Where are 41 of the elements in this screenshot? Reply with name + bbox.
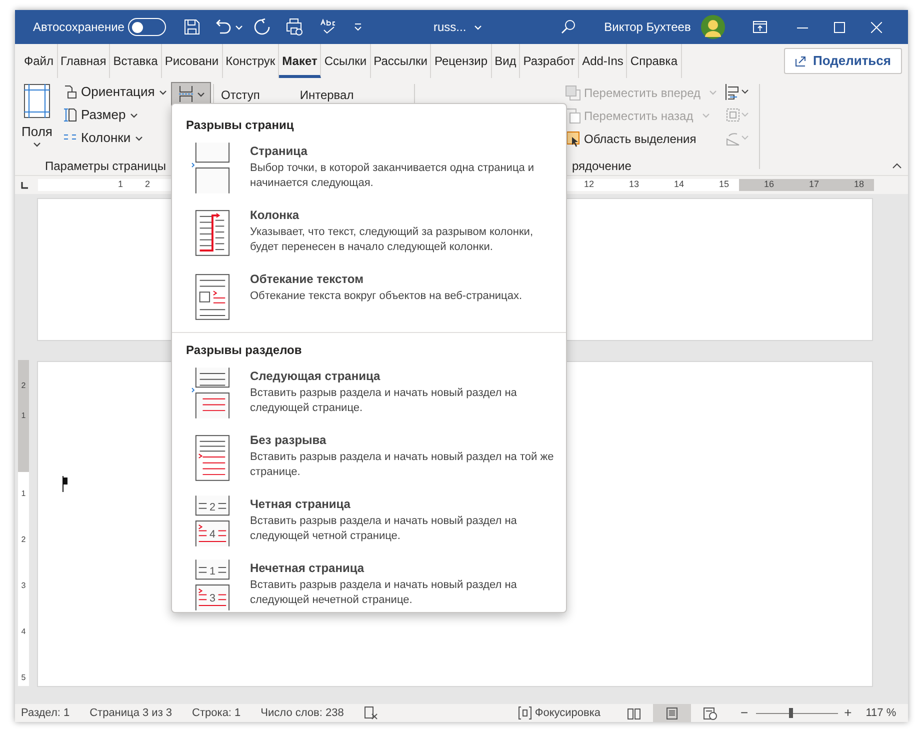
ruler-number: 5 <box>21 672 26 684</box>
ruler-number: 14 <box>674 178 684 192</box>
ruler-number: 2 <box>21 534 26 546</box>
group-label: Параметры страницы <box>44 158 167 175</box>
ruler-number: 17 <box>808 178 819 192</box>
ruler-number: 3 <box>21 580 26 592</box>
ruler-number: 18 <box>854 178 864 192</box>
menu-item-description: Вставить разрыв раздела и начать новый раздел на следующей нечетной странице. <box>250 578 518 608</box>
ruler-number: 1 <box>21 488 26 500</box>
ruler-number: 2 <box>145 178 150 192</box>
menu-item-title: Колонка <box>250 207 300 224</box>
ruler-number: 2 <box>21 380 26 392</box>
autosave-label: Автосохранение <box>33 19 124 36</box>
menu-item-title: Без разрыва <box>250 432 328 449</box>
ruler-number: 16 <box>764 178 774 192</box>
spacing-label: Интервал <box>300 87 354 104</box>
indent-label: Отступ <box>221 87 260 104</box>
menu-item-description: Выбор точки, в которой заканчивается одна страница и начинается следующая. <box>250 161 536 191</box>
menu-item-title: Четная страница <box>250 496 352 513</box>
menu-item-description: Вставить разрыв раздела и начать новый раздел на той же странице. <box>250 450 555 480</box>
status-item: Страница 3 из 3 <box>90 706 172 721</box>
ruler-number: 1 <box>21 410 26 422</box>
ruler-number: 4 <box>21 626 26 638</box>
menu-item-description: Вставить разрыв раздела и начать новый раздел на следующей странице. <box>250 386 518 416</box>
status-item: Раздел: 1 <box>21 706 70 721</box>
status-item: Число слов: 238 <box>260 706 344 721</box>
menu-item-description: Вставить разрыв раздела и начать новый раздел на следующей четной странице. <box>250 514 518 544</box>
menu-section-title: Разрывы разделов <box>185 342 303 359</box>
ruler-number: 12 <box>584 178 594 192</box>
group-label: рядочение <box>571 158 632 175</box>
status-item: Строка: 1 <box>192 706 241 721</box>
menu-item-title: Обтекание текстом <box>250 271 364 288</box>
menu-item-description: Указывает, что текст, следующий за разрывом колонки, будет перенесен в начало следующей колонки. <box>250 225 534 255</box>
menu-item-title: Страница <box>250 143 308 160</box>
ruler-number: 13 <box>628 178 639 192</box>
menu-item-title: Следующая страница <box>250 368 382 385</box>
menu-item-title: Нечетная страница <box>250 560 366 577</box>
menu-item-description: Обтекание текста вокруг объектов на веб-страницах. <box>250 289 524 304</box>
ruler-number: 1 <box>118 178 124 192</box>
ruler-number: 15 <box>718 178 729 192</box>
menu-section-title: Разрывы страниц <box>185 117 295 134</box>
